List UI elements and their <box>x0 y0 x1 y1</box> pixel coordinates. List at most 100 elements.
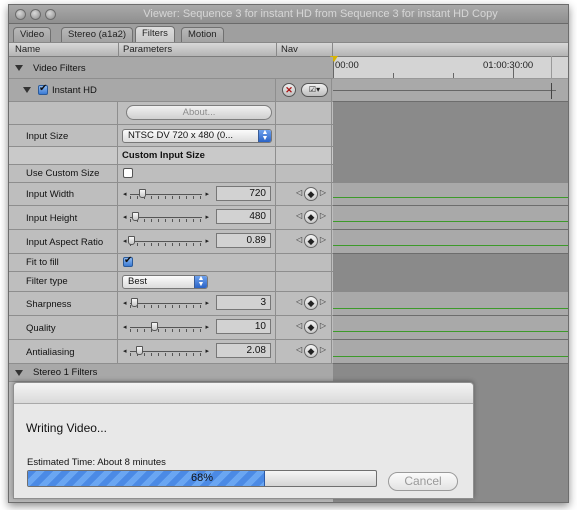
input-height-row: Input Height ◂ ▸ 480 ◁ ◆ ▷ <box>9 206 333 230</box>
keyframe-navigator[interactable]: ◁ ◆ ▷ <box>296 296 326 310</box>
cancel-button[interactable]: Cancel <box>388 472 458 491</box>
antialiasing-field[interactable]: 2.08 <box>216 343 271 358</box>
dialog-heading: Writing Video... <box>26 421 107 435</box>
keyframe-navigator[interactable]: ◁ ◆ ▷ <box>296 344 326 358</box>
slider-thumb[interactable] <box>151 322 158 331</box>
instant-hd-label: Instant HD <box>52 85 97 96</box>
filter-type-label: Filter type <box>26 276 68 287</box>
input-size-select[interactable]: NTSC DV 720 x 480 (0... ▲ ▼ <box>122 129 272 143</box>
video-filters-label: Video Filters <box>33 63 86 74</box>
keyframe-navigator[interactable]: ◁ ◆ ▷ <box>296 320 326 334</box>
progress-percent: 68% <box>190 472 214 484</box>
chevron-updown-icon: ▲ ▼ <box>194 276 207 288</box>
slider-thumb[interactable] <box>136 346 143 355</box>
quality-row: Quality ◂ ▸ 10 ◁ ◆ ▷ <box>9 316 333 340</box>
input-width-row: Input Width ◂ ▸ 720 ◁ ◆ ▷ <box>9 183 333 206</box>
quality-slider[interactable]: ◂ ▸ <box>123 322 209 332</box>
timeline-row <box>333 292 568 316</box>
remove-filter-icon[interactable]: ✕ <box>282 83 296 97</box>
aspect-ratio-row: Input Aspect Ratio ◂ ▸ 0.89 ◁ ◆ ▷ <box>9 230 333 254</box>
instant-hd-row[interactable]: Instant HD ✕ ☑▾ <box>9 79 333 102</box>
timeline-row <box>333 340 568 364</box>
slider-thumb[interactable] <box>131 298 138 307</box>
fit-to-fill-label: Fit to fill <box>26 257 59 268</box>
tab-motion[interactable]: Motion <box>181 27 224 42</box>
keyframe-diamond-icon[interactable]: ◆ <box>304 344 318 358</box>
aspect-ratio-slider[interactable]: ◂ ▸ <box>123 236 209 246</box>
zoom-window-icon[interactable] <box>45 9 56 20</box>
tab-bar: Video Stereo (a1a2) Filters Motion <box>9 24 568 42</box>
ruler-start-label: 00:00 <box>335 60 359 71</box>
input-size-label: Input Size <box>26 131 69 142</box>
instant-hd-enable-checkbox[interactable] <box>38 83 48 95</box>
antialiasing-row: Antialiasing ◂ ▸ 2.08 ◁ ◆ ▷ <box>9 340 333 364</box>
input-width-slider[interactable]: ◂ ▸ <box>123 189 209 199</box>
tab-stereo[interactable]: Stereo (a1a2) <box>61 27 134 42</box>
antialiasing-slider[interactable]: ◂ ▸ <box>123 346 209 356</box>
keyframe-navigator[interactable]: ◁ ◆ ▷ <box>296 210 326 224</box>
about-row: About... <box>9 102 333 125</box>
timeline-ruler[interactable]: 00:00 01:00:30:00 <box>330 56 568 79</box>
keyframe-diamond-icon[interactable]: ◆ <box>304 296 318 310</box>
writing-video-dialog: Writing Video... Estimated Time: About 8… <box>13 382 474 499</box>
column-nav[interactable]: Nav <box>281 44 298 55</box>
filter-type-value: Best <box>128 276 148 287</box>
minimize-window-icon[interactable] <box>30 9 41 20</box>
slider-thumb[interactable] <box>132 212 139 221</box>
input-height-field[interactable]: 480 <box>216 209 271 224</box>
use-custom-size-checkbox[interactable] <box>123 168 133 178</box>
aspect-ratio-label: Input Aspect Ratio <box>26 237 104 248</box>
disclosure-triangle-icon[interactable] <box>23 87 31 93</box>
input-size-value: NTSC DV 720 x 480 (0... <box>128 130 234 141</box>
keyframe-diamond-icon[interactable]: ◆ <box>304 320 318 334</box>
progress-bar: 68% <box>27 470 377 487</box>
about-button[interactable]: About... <box>126 105 272 120</box>
keyframe-diamond-icon[interactable]: ◆ <box>304 210 318 224</box>
slider-thumb[interactable] <box>128 236 135 245</box>
input-size-row: Input Size NTSC DV 720 x 480 (0... ▲ ▼ <box>9 125 333 147</box>
tab-filters[interactable]: Filters <box>135 26 175 42</box>
title-bar[interactable]: Viewer: Sequence 3 for instant HD from S… <box>9 5 568 24</box>
custom-input-size-row: Custom Input Size <box>9 147 333 165</box>
timeline-row <box>333 230 568 254</box>
sharpness-label: Sharpness <box>26 299 72 310</box>
fit-to-fill-row: Fit to fill <box>9 254 333 272</box>
filter-type-select[interactable]: Best ▲ ▼ <box>122 275 208 289</box>
disclosure-triangle-icon[interactable] <box>15 370 23 376</box>
sharpness-field[interactable]: 3 <box>216 295 271 310</box>
nav-menu-button[interactable]: ☑▾ <box>301 83 328 97</box>
input-width-field[interactable]: 720 <box>216 186 271 201</box>
disclosure-triangle-icon[interactable] <box>15 65 23 71</box>
stereo-filters-group-row[interactable]: Stereo 1 Filters <box>9 364 333 382</box>
viewer-window: Viewer: Sequence 3 for instant HD from S… <box>8 4 569 503</box>
timeline-row <box>333 206 568 230</box>
keyframe-navigator[interactable]: ◁ ◆ ▷ <box>296 187 326 201</box>
sharpness-slider[interactable]: ◂ ▸ <box>123 298 209 308</box>
use-custom-size-label: Use Custom Size <box>26 168 100 179</box>
column-name[interactable]: Name <box>15 44 40 55</box>
timeline-row <box>333 316 568 340</box>
antialiasing-label: Antialiasing <box>26 347 75 358</box>
tab-video[interactable]: Video <box>13 27 52 42</box>
estimated-time: Estimated Time: About 8 minutes <box>27 457 166 468</box>
filter-type-row: Filter type Best ▲ ▼ <box>9 272 333 292</box>
column-header: Name Parameters Nav <box>9 42 568 57</box>
aspect-ratio-field[interactable]: 0.89 <box>216 233 271 248</box>
keyframe-navigator[interactable]: ◁ ◆ ▷ <box>296 234 326 248</box>
custom-input-size-header: Custom Input Size <box>122 150 205 161</box>
keyframe-diamond-icon[interactable]: ◆ <box>304 234 318 248</box>
input-width-label: Input Width <box>26 189 75 200</box>
timeline-row <box>333 79 568 102</box>
input-height-slider[interactable]: ◂ ▸ <box>123 212 209 222</box>
keyframe-diamond-icon[interactable]: ◆ <box>304 187 318 201</box>
column-parameters[interactable]: Parameters <box>123 44 172 55</box>
dialog-title-bar[interactable] <box>14 383 473 404</box>
fit-to-fill-checkbox[interactable] <box>123 255 133 267</box>
chevron-updown-icon: ▲ ▼ <box>258 130 271 142</box>
slider-thumb[interactable] <box>139 189 146 198</box>
timeline-row <box>333 183 568 206</box>
use-custom-size-row: Use Custom Size <box>9 165 333 183</box>
close-window-icon[interactable] <box>15 9 26 20</box>
video-filters-group-row[interactable]: Video Filters <box>9 57 333 79</box>
quality-field[interactable]: 10 <box>216 319 271 334</box>
